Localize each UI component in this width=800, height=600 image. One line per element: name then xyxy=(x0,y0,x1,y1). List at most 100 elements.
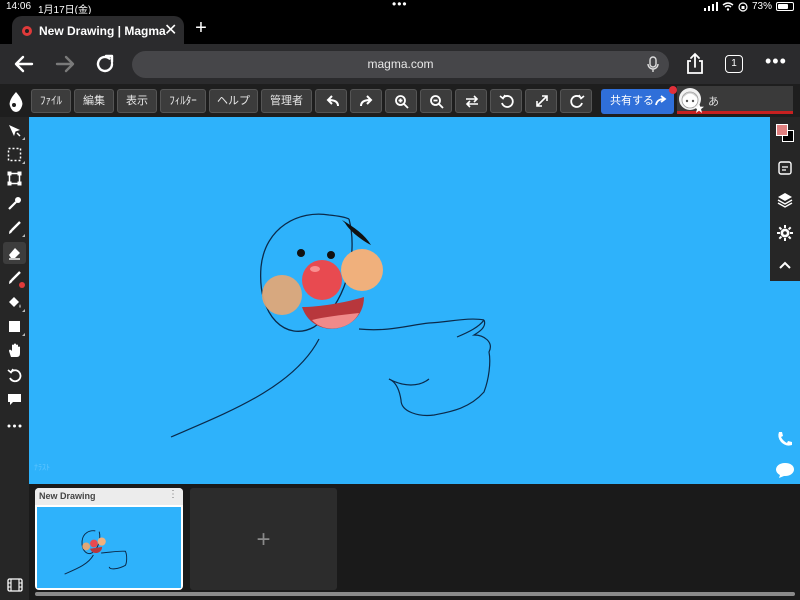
character-cheek-right xyxy=(341,249,383,291)
menu-edit[interactable]: 編集 xyxy=(74,89,114,113)
url-text: magma.com xyxy=(367,57,434,71)
menu-file[interactable]: ﾌｧｲﾙ xyxy=(31,89,71,113)
zoom-in-icon xyxy=(395,95,409,109)
move-tool[interactable] xyxy=(3,120,26,142)
rotate-tool[interactable] xyxy=(3,365,26,387)
comment-tool[interactable] xyxy=(3,389,26,411)
undo-button[interactable] xyxy=(315,89,347,113)
add-document-plus-icon: + xyxy=(256,526,271,553)
eraser-tool[interactable] xyxy=(3,242,26,264)
smudge-tool[interactable] xyxy=(3,267,26,289)
collapse-panel-icon[interactable] xyxy=(776,257,794,275)
document-preview-art xyxy=(64,530,128,575)
document-preview xyxy=(37,507,181,588)
character-body-line xyxy=(170,338,320,438)
brush-icon xyxy=(9,221,21,234)
eyedropper-tool[interactable] xyxy=(3,193,26,215)
transform-icon xyxy=(7,171,22,186)
star-badge-icon xyxy=(694,103,704,113)
share-arrow-icon xyxy=(655,95,667,106)
fullscreen-button[interactable] xyxy=(525,89,557,113)
undo-icon xyxy=(326,95,339,107)
transform-tool[interactable] xyxy=(3,168,26,190)
brush-tool[interactable] xyxy=(3,217,26,239)
wifi-icon xyxy=(722,2,734,11)
more-tools[interactable] xyxy=(3,415,26,437)
close-tab-icon[interactable]: ✕ xyxy=(164,20,177,40)
eyedropper-icon xyxy=(8,197,21,210)
more-menu-icon[interactable]: ••• xyxy=(765,51,787,72)
document-strip-sidebar xyxy=(0,484,29,600)
menu-filter[interactable]: ﾌｨﾙﾀｰ xyxy=(160,89,206,113)
canvas-settings-icon[interactable] xyxy=(776,159,794,177)
address-bar[interactable]: magma.com xyxy=(132,51,669,78)
right-panel xyxy=(770,117,800,484)
document-strip: New Drawing ⋮ + xyxy=(0,484,800,600)
menu-admin[interactable]: 管理者 xyxy=(261,89,312,113)
shape-icon xyxy=(9,321,20,332)
tab-strip: New Drawing | Magma ✕ + xyxy=(0,14,800,44)
redo-button[interactable] xyxy=(350,89,382,113)
hand-tool[interactable] xyxy=(3,340,26,362)
magma-logo-icon[interactable] xyxy=(6,91,26,113)
document-name: New Drawing xyxy=(39,491,96,501)
share-page-icon[interactable] xyxy=(683,52,707,76)
zoom-out-button[interactable] xyxy=(420,89,452,113)
character-hand xyxy=(388,319,491,417)
comment-icon xyxy=(8,394,21,405)
add-document-button[interactable]: + xyxy=(190,488,337,590)
rotate-right-icon xyxy=(570,94,585,108)
voice-call-icon[interactable] xyxy=(776,430,794,448)
redo-icon xyxy=(360,95,373,107)
document-thumbnail-header: New Drawing ⋮ xyxy=(35,488,183,505)
multitask-dots-icon[interactable]: ••• xyxy=(392,0,408,11)
filmstrip-icon[interactable] xyxy=(7,578,23,592)
character-thumb xyxy=(456,319,485,338)
horizontal-scrollbar[interactable] xyxy=(35,592,795,596)
layers-icon[interactable] xyxy=(776,191,794,209)
tab-title: New Drawing | Magma xyxy=(39,24,166,38)
primary-color-swatch[interactable] xyxy=(776,124,788,136)
new-tab-icon[interactable]: + xyxy=(190,17,212,40)
user-panel[interactable]: あ xyxy=(677,86,793,114)
selection-tool[interactable] xyxy=(3,144,26,166)
character-eye-right xyxy=(327,251,335,259)
menu-help[interactable]: ヘルプ xyxy=(209,89,258,113)
status-time: 14:06 xyxy=(6,1,32,12)
document-thumbnail[interactable]: New Drawing ⋮ xyxy=(35,488,183,590)
status-right: 73% xyxy=(703,1,794,12)
rotate-left-icon xyxy=(499,94,514,108)
back-icon[interactable] xyxy=(12,52,36,76)
character-hair xyxy=(342,220,371,245)
reload-icon[interactable] xyxy=(93,52,117,76)
shape-tool[interactable] xyxy=(3,316,26,338)
settings-gear-icon[interactable] xyxy=(776,224,794,242)
forward-icon[interactable] xyxy=(53,52,77,76)
color-picker[interactable] xyxy=(776,124,794,142)
character-arm-line xyxy=(358,318,485,331)
share-button[interactable]: 共有する xyxy=(601,86,677,114)
chat-icon[interactable] xyxy=(775,461,795,479)
right-toolbar xyxy=(770,117,800,281)
rotate-icon xyxy=(7,368,22,383)
rotate-right-button[interactable] xyxy=(560,89,592,113)
expand-icon xyxy=(536,95,548,107)
rotate-left-button[interactable] xyxy=(490,89,522,113)
move-icon xyxy=(9,125,21,137)
bucket-tool[interactable] xyxy=(3,292,26,314)
nose-highlight xyxy=(310,266,320,272)
browser-tab[interactable]: New Drawing | Magma ✕ xyxy=(12,16,184,44)
tool-palette xyxy=(0,117,29,484)
user-name: あ xyxy=(708,96,719,108)
character-nose xyxy=(302,260,342,300)
microphone-icon[interactable] xyxy=(647,56,659,73)
zoom-in-button[interactable] xyxy=(385,89,417,113)
menu-view[interactable]: 表示 xyxy=(117,89,157,113)
drawing-canvas[interactable]: ﾅﾗｽﾄ xyxy=(29,117,770,484)
magma-favicon-icon xyxy=(22,26,32,36)
flip-button[interactable] xyxy=(455,89,487,113)
tab-count-button[interactable]: 1 xyxy=(725,55,743,73)
canvas-watermark: ﾅﾗｽﾄ xyxy=(34,463,50,472)
document-menu-icon[interactable]: ⋮ xyxy=(168,489,178,500)
zoom-out-icon xyxy=(430,95,444,109)
